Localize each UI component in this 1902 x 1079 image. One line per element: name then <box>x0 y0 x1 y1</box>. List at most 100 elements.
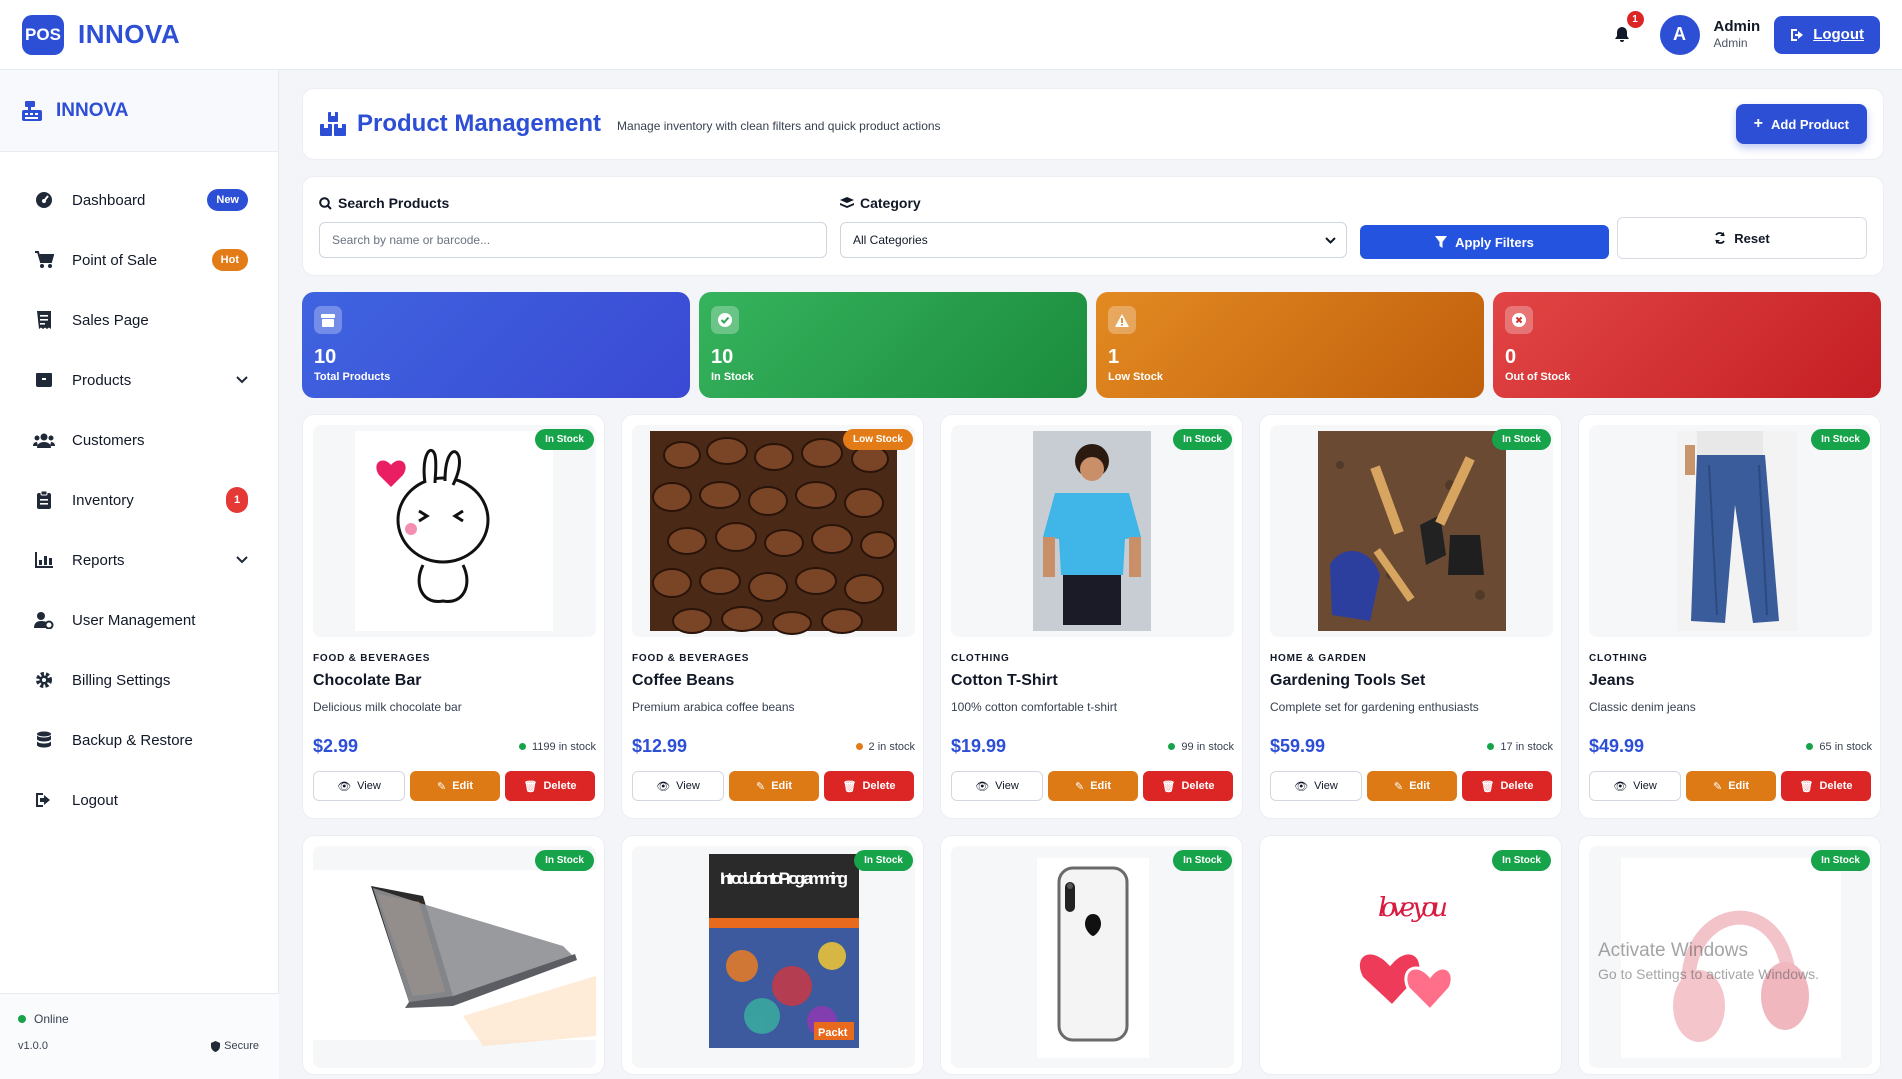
sidebar-brand: INNOVA <box>56 99 129 121</box>
stat-value: 10 <box>711 346 734 368</box>
stock-status-badge: In Stock <box>854 850 913 871</box>
sidebar-item-user-management[interactable]: User Management <box>0 590 278 650</box>
delete-button[interactable]: 🗑 Delete <box>824 771 914 801</box>
notification-count: 1 <box>1626 10 1644 28</box>
chart-icon <box>33 549 55 571</box>
edit-label: Edit <box>1728 780 1749 792</box>
category-label: Category <box>840 195 921 211</box>
delete-button[interactable]: 🗑 Delete <box>1462 771 1552 801</box>
stock-text: 1199 in stock <box>531 740 596 753</box>
view-button[interactable]: 👁 View <box>951 771 1043 801</box>
sidebar-item-products[interactable]: Products <box>0 350 278 410</box>
stat-label: Out of Stock <box>1505 371 1571 383</box>
search-input[interactable]: Search by name or barcode... <box>319 222 827 258</box>
pos-logo[interactable]: POS <box>22 14 64 55</box>
activation-watermark: Activate Windows Go to Settings to activ… <box>1598 940 1819 982</box>
sidebar-item-billing-settings[interactable]: Billing Settings <box>0 650 278 710</box>
edit-button[interactable]: ✎ Edit <box>1048 771 1138 801</box>
eye-icon: 👁 <box>337 780 352 793</box>
users-icon <box>33 429 55 451</box>
secure-label: Secure <box>224 1040 259 1052</box>
stock-text: 2 in stock <box>868 740 915 753</box>
notification-bell-icon[interactable]: 1 <box>1610 10 1644 47</box>
warning-icon <box>1108 306 1136 334</box>
view-button[interactable]: 👁 View <box>1270 771 1362 801</box>
product-card: In Stock HOME & GARDEN Gardening Tools S… <box>1259 414 1562 819</box>
trash-icon: 🗑 <box>523 780 538 793</box>
delete-button[interactable]: 🗑 Delete <box>1781 771 1871 801</box>
edit-icon: ✎ <box>1713 780 1723 793</box>
sidebar-item-customers[interactable]: Customers <box>0 410 278 470</box>
sidebar-item-sales-page[interactable]: Sales Page <box>0 290 278 350</box>
secure-indicator: Secure <box>211 1040 259 1052</box>
sidebar-item-label: Reports <box>72 551 125 569</box>
eye-icon: 👁 <box>656 780 671 793</box>
edit-button[interactable]: ✎ Edit <box>1686 771 1776 801</box>
edit-icon: ✎ <box>756 780 766 793</box>
sidebar-item-label: Billing Settings <box>72 671 171 689</box>
stock-status-badge: In Stock <box>1492 429 1551 450</box>
stock-text: 17 in stock <box>1500 740 1553 753</box>
apply-filters-button[interactable]: Apply Filters <box>1360 225 1609 259</box>
stock-status-badge: In Stock <box>1811 850 1870 871</box>
stock-status-badge: In Stock <box>535 429 594 450</box>
view-button[interactable]: 👁 View <box>1589 771 1681 801</box>
status-dot <box>18 1015 26 1023</box>
watermark-title: Activate Windows <box>1598 940 1748 961</box>
product-image <box>1589 425 1872 637</box>
boxes-icon <box>320 112 346 136</box>
edit-button[interactable]: ✎ Edit <box>729 771 819 801</box>
view-button[interactable]: 👁 View <box>632 771 724 801</box>
product-image <box>313 846 596 1068</box>
product-image: Introduction to Programming Packt <box>632 846 915 1068</box>
reset-button[interactable]: Reset <box>1617 217 1867 259</box>
product-card: In Stock <box>940 835 1243 1075</box>
stat-value: 0 <box>1505 346 1517 368</box>
sidebar-item-dashboard[interactable]: Dashboard New <box>0 170 278 230</box>
add-product-button[interactable]: + Add Product <box>1735 104 1867 144</box>
edit-button[interactable]: ✎ Edit <box>410 771 500 801</box>
sidebar-item-point-of-sale[interactable]: Point of Sale Hot <box>0 230 278 290</box>
delete-label: Delete <box>1181 780 1215 792</box>
x-circle-icon <box>1505 306 1533 334</box>
sidebar-item-inventory[interactable]: Inventory 1 <box>0 470 278 530</box>
edit-button[interactable]: ✎ Edit <box>1367 771 1457 801</box>
product-name: Cotton T-Shirt <box>951 672 1058 689</box>
love-you-art-text: love you <box>1378 893 1448 923</box>
product-card: Low Stock FOOD & BEVERAGES Coffee Beans … <box>621 414 924 819</box>
avatar[interactable]: A <box>1659 14 1700 55</box>
stock-dot <box>518 743 526 750</box>
sidebar-nav: Dashboard New Point of Sale Hot Sales Pa… <box>0 152 278 830</box>
sidebar-item-backup-restore[interactable]: Backup & Restore <box>0 710 278 770</box>
stock-text: 99 in stock <box>1181 740 1234 753</box>
plus-icon: + <box>1753 115 1763 132</box>
sidebar-item-label: Backup & Restore <box>72 731 193 749</box>
search-label: Search Products <box>319 195 449 211</box>
logout-button[interactable]: Logout <box>1774 15 1880 54</box>
stat-total-products: 10 Total Products <box>302 292 690 398</box>
page-subtitle: Manage inventory with clean filters and … <box>617 119 941 133</box>
search-label-text: Search Products <box>338 195 450 211</box>
chevron-down-icon[interactable] <box>236 551 248 569</box>
sidebar-header: INNOVA <box>0 70 278 152</box>
filter-panel: Search Products Search by name or barcod… <box>302 176 1884 276</box>
sidebar-item-reports[interactable]: Reports <box>0 530 278 590</box>
category-select[interactable]: All Categories <box>840 222 1347 258</box>
chevron-down-icon[interactable] <box>236 371 248 389</box>
trash-icon: 🗑 <box>1161 780 1176 793</box>
product-category: CLOTHING <box>1589 653 1648 664</box>
product-price: $19.99 <box>951 736 1007 756</box>
view-label: View <box>676 780 700 792</box>
view-button[interactable]: 👁 View <box>313 771 405 801</box>
delete-button[interactable]: 🗑 Delete <box>505 771 595 801</box>
delete-button[interactable]: 🗑 Delete <box>1143 771 1233 801</box>
stock-dot <box>1806 743 1814 750</box>
product-image <box>313 425 596 637</box>
top-header: POS INNOVA 1 A Admin Admin Logout <box>0 0 1902 70</box>
product-name: Jeans <box>1589 672 1635 689</box>
apply-filters-label: Apply Filters <box>1455 234 1534 250</box>
sidebar-item-label: Products <box>72 371 132 389</box>
category-label-text: Category <box>860 195 921 211</box>
funnel-icon <box>1435 236 1448 248</box>
sidebar-item-logout[interactable]: Logout <box>0 770 278 830</box>
